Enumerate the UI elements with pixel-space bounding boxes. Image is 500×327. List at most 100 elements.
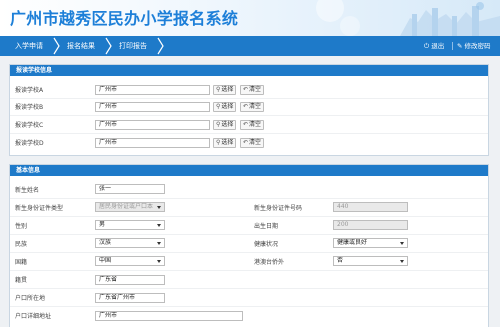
nav-item-print-label: 打印报告 <box>119 42 147 50</box>
native-place-input[interactable]: 广东省 <box>95 275 165 285</box>
hkmt-value: 否 <box>337 257 344 264</box>
search-icon: ⚲ <box>216 139 221 146</box>
nav-item-apply-label: 入学申请 <box>15 42 43 50</box>
logout-label: 退出 <box>431 42 445 50</box>
chevron-down-icon <box>157 242 161 245</box>
basic-section-header: 基本信息 <box>10 165 488 176</box>
row-divider <box>10 270 488 271</box>
birth-date-label: 出生日期 <box>254 223 279 230</box>
change-password-label: 修改密码 <box>464 42 491 50</box>
school-selection-panel: 报读学校信息 报读学校A 广州市 ⚲选择 ↶清空 报读学校B 广州市 ⚲选择 ↶… <box>9 64 489 156</box>
school-a-clear-label: 清空 <box>249 86 262 93</box>
school-d-clear-button[interactable]: ↶清空 <box>240 138 265 148</box>
search-icon: ⚲ <box>216 86 221 93</box>
school-c-clear-label: 清空 <box>249 121 262 128</box>
school-d-input[interactable]: 广州市 <box>95 138 210 148</box>
school-a-select-button[interactable]: ⚲选择 <box>213 85 237 95</box>
school-c-select-button[interactable]: ⚲选择 <box>213 120 237 130</box>
chevron-down-icon <box>157 260 161 263</box>
school-a-input[interactable]: 广州市 <box>95 85 210 95</box>
school-c-clear-button[interactable]: ↶清空 <box>240 120 265 130</box>
school-b-clear-button[interactable]: ↶清空 <box>240 102 265 112</box>
row-divider <box>10 98 488 99</box>
row-divider <box>10 252 488 253</box>
id-number-label: 新生身份证件号码 <box>254 205 303 212</box>
school-b-label: 报读学校B <box>15 104 44 111</box>
hukou-location-label: 户口所在地 <box>15 295 46 302</box>
search-icon: ⚲ <box>216 103 221 110</box>
logout-link[interactable]: ⏻ 退出 <box>424 36 444 56</box>
nationality-value: 中国 <box>99 257 112 264</box>
undo-icon: ↶ <box>243 103 249 110</box>
id-type-select: 居民身份证或户口本 <box>95 202 165 212</box>
header-banner: 广州市越秀区民办小学报名系统 <box>0 0 500 36</box>
id-number-input: 440 <box>333 202 408 212</box>
gender-label: 性别 <box>15 223 28 230</box>
basic-section-title: 基本信息 <box>16 167 41 174</box>
row-divider <box>10 288 488 289</box>
school-c-select-label: 选择 <box>221 121 234 128</box>
health-select[interactable]: 健康或良好 <box>333 238 408 248</box>
row-divider <box>10 198 488 199</box>
native-place-label: 籍贯 <box>15 277 28 284</box>
power-icon: ⏻ <box>424 42 430 50</box>
undo-icon: ↶ <box>243 139 249 146</box>
edit-icon: ✎ <box>457 42 463 50</box>
hkmt-label: 港澳台侨外 <box>254 259 285 266</box>
ethnicity-select[interactable]: 汉族 <box>95 238 165 248</box>
chevron-right-icon <box>53 37 60 55</box>
school-d-select-label: 选择 <box>221 139 234 146</box>
undo-icon: ↶ <box>243 121 249 128</box>
nav-item-result[interactable]: 报名结果 <box>67 36 95 56</box>
name-input[interactable]: 张一 <box>95 184 165 194</box>
search-icon: ⚲ <box>216 121 221 128</box>
school-b-input[interactable]: 广州市 <box>95 102 210 112</box>
school-c-input[interactable]: 广州市 <box>95 120 210 130</box>
chevron-down-icon <box>400 242 404 245</box>
change-password-link[interactable]: ✎ 修改密码 <box>457 36 491 56</box>
chevron-down-icon <box>157 224 161 227</box>
undo-icon: ↶ <box>243 86 249 93</box>
school-section-header: 报读学校信息 <box>10 65 488 76</box>
school-b-select-button[interactable]: ⚲选择 <box>213 102 237 112</box>
hukou-location-input[interactable]: 广东省广州市 <box>95 293 165 303</box>
school-b-clear-label: 清空 <box>249 103 262 110</box>
hkmt-select[interactable]: 否 <box>333 256 408 266</box>
nav-item-apply[interactable]: 入学申请 <box>15 36 43 56</box>
ethnicity-value: 汉族 <box>99 239 112 246</box>
nationality-select[interactable]: 中国 <box>95 256 165 266</box>
hukou-address-label: 户口详细地址 <box>15 313 52 320</box>
nav-item-result-label: 报名结果 <box>67 42 95 50</box>
name-label: 新生姓名 <box>15 187 40 194</box>
health-label: 健康状况 <box>254 241 279 248</box>
gender-value: 男 <box>99 221 106 228</box>
id-type-value: 居民身份证或户口本 <box>99 203 154 210</box>
row-divider <box>10 115 488 116</box>
nationality-label: 国籍 <box>15 259 28 266</box>
birth-date-input: 200 <box>333 220 408 230</box>
school-d-label: 报读学校D <box>15 140 44 147</box>
school-section-title: 报读学校信息 <box>16 67 53 74</box>
row-divider <box>10 216 488 217</box>
id-type-label: 新生身份证件类型 <box>15 205 64 212</box>
school-a-select-label: 选择 <box>221 86 234 93</box>
row-divider <box>10 306 488 307</box>
chevron-down-icon <box>157 206 161 209</box>
chevron-down-icon <box>400 260 404 263</box>
hukou-address-input[interactable]: 广州市 <box>95 311 243 321</box>
top-navbar: 入学申请 报名结果 打印报告 ⏻ 退出 ✎ 修改密码 <box>0 36 500 56</box>
school-d-select-button[interactable]: ⚲选择 <box>213 138 237 148</box>
nav-divider <box>452 42 453 50</box>
row-divider <box>10 234 488 235</box>
school-a-label: 报读学校A <box>15 87 44 94</box>
school-a-clear-button[interactable]: ↶清空 <box>240 85 265 95</box>
school-b-select-label: 选择 <box>221 103 234 110</box>
school-c-label: 报读学校C <box>15 122 44 129</box>
nav-item-print[interactable]: 打印报告 <box>119 36 147 56</box>
basic-info-panel: 基本信息 新生姓名 张一 新生身份证件类型 居民身份证或户口本 新生身份证件号码… <box>9 164 489 327</box>
chevron-right-icon <box>157 37 164 55</box>
row-divider <box>10 133 488 134</box>
gender-select[interactable]: 男 <box>95 220 165 230</box>
ethnicity-label: 民族 <box>15 241 28 248</box>
banner-decoration <box>316 0 500 36</box>
